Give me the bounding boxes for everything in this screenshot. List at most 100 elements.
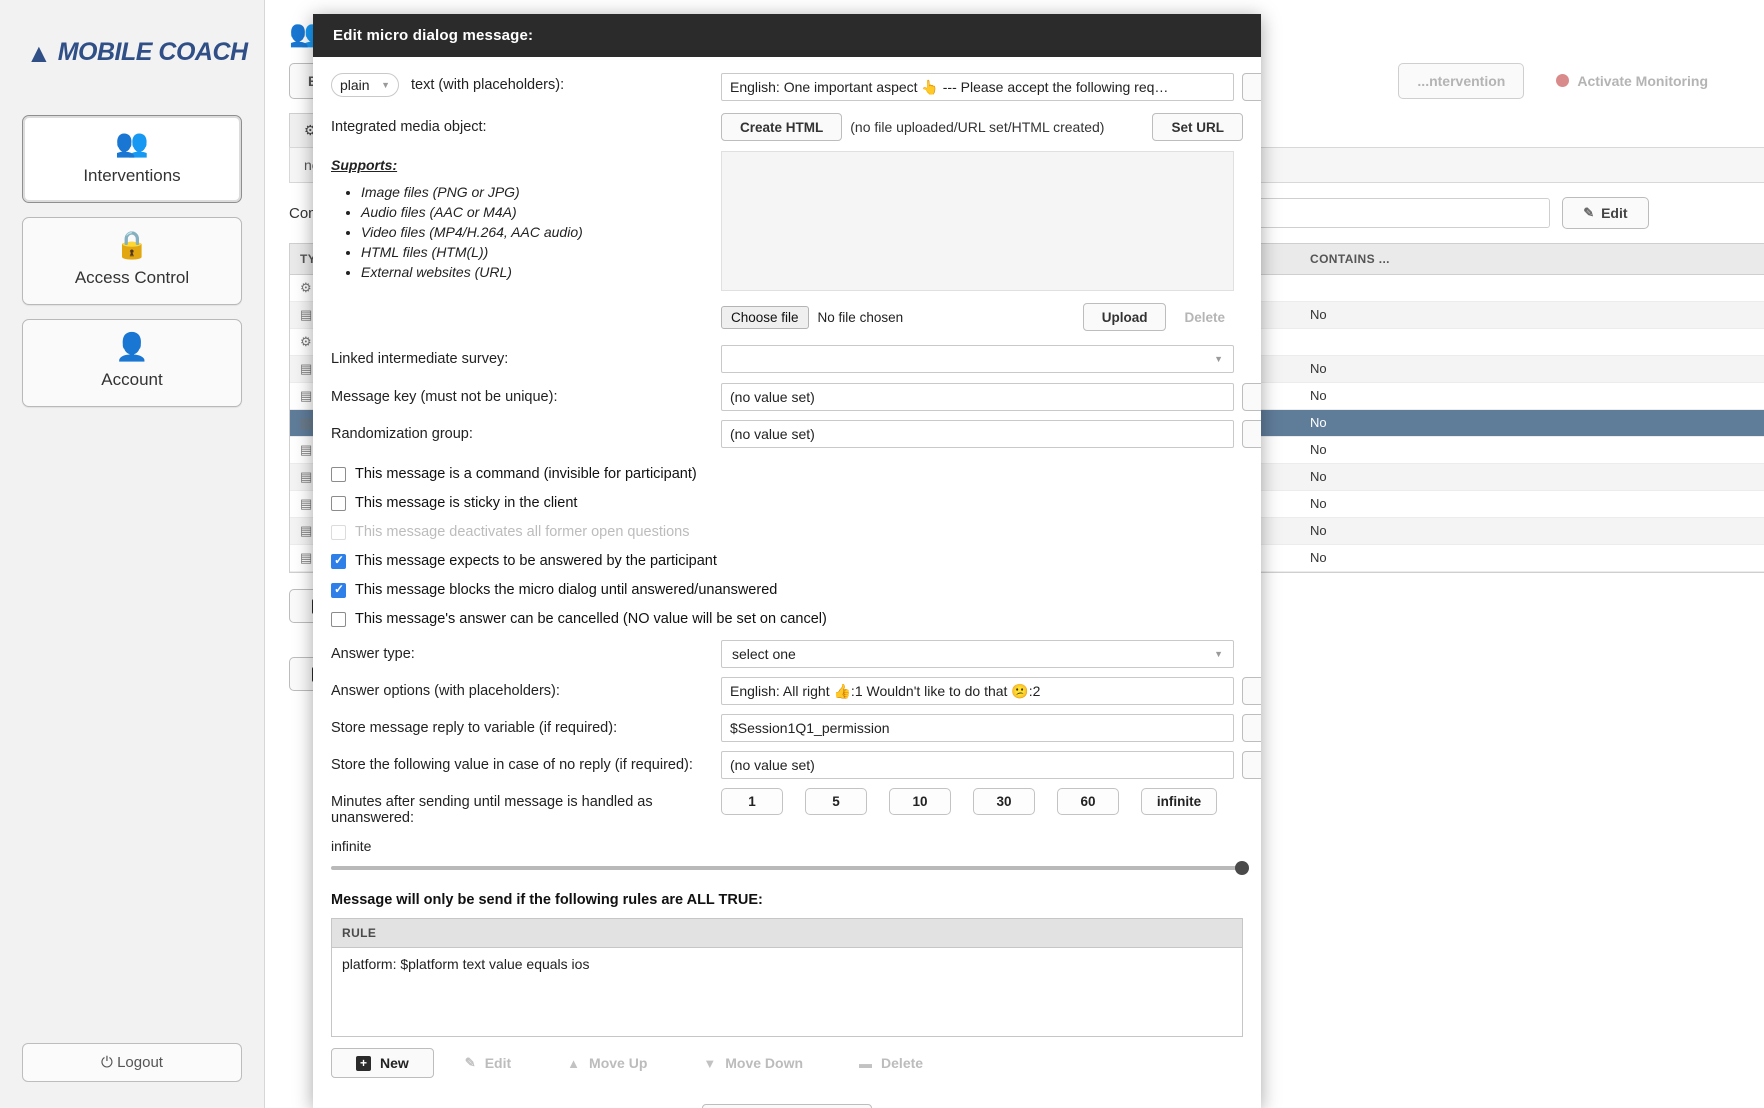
chevron-down-icon: ▼ [1214, 354, 1223, 364]
text-format-label: text (with placeholders): [411, 77, 564, 93]
slider-track[interactable] [331, 866, 1243, 870]
checkbox-input [331, 525, 346, 540]
create-html-button[interactable]: Create HTML [721, 113, 842, 141]
randomization-group-edit-button[interactable]: ✎ Edit [1242, 420, 1261, 448]
chevron-down-icon: ▼ [703, 1056, 716, 1071]
checkbox-row[interactable]: This message is a command (invisible for… [331, 466, 1243, 482]
text-format-row: plain ▼ text (with placeholders): [331, 73, 721, 97]
rule-edit-label: Edit [485, 1055, 511, 1071]
minutes-option-button[interactable]: 5 [805, 788, 867, 815]
checkbox-input[interactable] [331, 583, 346, 598]
linked-survey-label: Linked intermediate survey: [331, 345, 721, 367]
randomization-group-field[interactable]: (no value set) [721, 420, 1234, 448]
message-text-field[interactable]: English: One important aspect 👆 --- Plea… [721, 73, 1234, 101]
media-label: Integrated media object: [331, 113, 721, 135]
supports-list-item: Audio files (AAC or M4A) [361, 204, 721, 220]
checkbox-row[interactable]: This message blocks the micro dialog unt… [331, 582, 1243, 598]
rule-item[interactable]: platform: $platform text value equals io… [342, 956, 1232, 972]
minutes-button-group: 15 10 30 60 infinite [721, 788, 1243, 815]
supports-list-item: Image files (PNG or JPG) [361, 184, 721, 200]
checkbox-label: This message deactivates all former open… [355, 524, 689, 540]
rule-move-down-button[interactable]: ▼ Move Down [678, 1048, 828, 1078]
store-reply-label: Store message reply to variable (if requ… [331, 714, 721, 736]
checkbox-label: This message is a command (invisible for… [355, 466, 697, 482]
minutes-option-button[interactable]: 60 [1057, 788, 1119, 815]
rules-column-header: RULE [332, 919, 1242, 948]
store-noreply-field[interactable]: (no value set) [721, 751, 1234, 779]
store-reply-field[interactable]: $Session1Q1_permission [721, 714, 1234, 742]
rules-body: platform: $platform text value equals io… [332, 948, 1242, 1036]
checkbox-row[interactable]: This message expects to be answered by t… [331, 553, 1243, 569]
choose-file-button[interactable]: Choose file [721, 306, 809, 329]
store-reply-edit-button[interactable]: ✎ Edit [1242, 714, 1261, 742]
answer-type-value: select one [732, 646, 796, 662]
chevron-down-icon: ▼ [1214, 649, 1223, 659]
close-button-row: ✔ Close [331, 1104, 1243, 1108]
rules-title: Message will only be send if the followi… [331, 892, 1243, 908]
edit-micro-dialog-message-modal: Edit micro dialog message: plain ▼ text … [313, 14, 1261, 1108]
modal-body: plain ▼ text (with placeholders): Englis… [313, 57, 1261, 1105]
rule-edit-button[interactable]: ✎ Edit [440, 1048, 536, 1078]
answer-options-edit-button[interactable]: ✎ Edit [1242, 677, 1261, 705]
checkbox-row[interactable]: This message is sticky in the client [331, 495, 1243, 511]
minus-icon: ▬ [859, 1056, 872, 1071]
checkbox-label: This message's answer can be cancelled (… [355, 611, 827, 627]
message-key-edit-button[interactable]: ✎ Edit [1242, 383, 1261, 411]
rule-delete-label: Delete [881, 1055, 923, 1071]
modal-overlay: Edit micro dialog message: plain ▼ text … [0, 0, 1764, 1108]
checkbox-input[interactable] [331, 612, 346, 627]
store-noreply-label: Store the following value in case of no … [331, 751, 721, 773]
no-file-chosen-label: No file chosen [818, 310, 904, 325]
rule-delete-button[interactable]: ▬ Delete [834, 1048, 948, 1078]
checkbox-label: This message blocks the micro dialog unt… [355, 582, 777, 598]
message-key-field[interactable]: (no value set) [721, 383, 1234, 411]
checkbox-row[interactable]: This message deactivates all former open… [331, 524, 1243, 540]
answer-options-field[interactable]: English: All right 👍:1 Wouldn't like to … [721, 677, 1234, 705]
checkbox-input[interactable] [331, 467, 346, 482]
supports-list: Image files (PNG or JPG) Audio files (AAC… [347, 184, 721, 280]
message-key-label: Message key (must not be unique): [331, 383, 721, 405]
store-noreply-edit-button[interactable]: ✎ Edit [1242, 751, 1261, 779]
message-options-checkboxes: This message is a command (invisible for… [331, 466, 1243, 627]
linked-survey-select[interactable]: ▼ [721, 345, 1234, 373]
rule-new-label: New [380, 1055, 409, 1071]
slider-knob[interactable] [1235, 861, 1249, 875]
checkbox-row[interactable]: This message's answer can be cancelled (… [331, 611, 1243, 627]
minutes-option-button[interactable]: 10 [889, 788, 951, 815]
unanswered-timeout-slider[interactable]: infinite [331, 838, 1243, 870]
delete-media-button[interactable]: Delete [1166, 303, 1243, 331]
checkbox-input[interactable] [331, 496, 346, 511]
supports-title: Supports: [331, 157, 721, 173]
close-button[interactable]: ✔ Close [702, 1104, 873, 1108]
rule-move-up-button[interactable]: ▲ Move Up [542, 1048, 672, 1078]
set-url-button[interactable]: Set URL [1152, 113, 1243, 141]
rule-new-button[interactable]: + New [331, 1048, 434, 1078]
rule-move-up-label: Move Up [589, 1055, 647, 1071]
minutes-option-button[interactable]: infinite [1141, 788, 1217, 815]
rules-toolbar: + New ✎ Edit ▲ Move Up ▼ Move Down ▬ D [331, 1048, 1243, 1078]
rule-move-down-label: Move Down [725, 1055, 803, 1071]
slider-value-label: infinite [331, 838, 1243, 854]
chevron-up-icon: ▲ [567, 1056, 580, 1071]
media-status-text: (no file uploaded/URL set/HTML created) [850, 119, 1104, 135]
text-format-select[interactable]: plain ▼ [331, 73, 399, 97]
minutes-option-button[interactable]: 30 [973, 788, 1035, 815]
modal-title: Edit micro dialog message: [313, 14, 1261, 57]
upload-button[interactable]: Upload [1083, 303, 1167, 331]
checkbox-label: This message is sticky in the client [355, 495, 577, 511]
plus-icon: + [356, 1056, 371, 1071]
randomization-group-label: Randomization group: [331, 420, 721, 442]
answer-type-label: Answer type: [331, 640, 721, 662]
supports-list-item: External websites (URL) [361, 264, 721, 280]
minutes-option-button[interactable]: 1 [721, 788, 783, 815]
message-text-edit-button[interactable]: ✎ Edit [1242, 73, 1261, 101]
answer-options-label: Answer options (with placeholders): [331, 677, 721, 699]
answer-type-select[interactable]: select one ▼ [721, 640, 1234, 668]
text-format-value: plain [340, 77, 370, 93]
supports-list-item: Video files (MP4/H.264, AAC audio) [361, 224, 721, 240]
rules-table: RULE platform: $platform text value equa… [331, 918, 1243, 1037]
checkbox-input[interactable] [331, 554, 346, 569]
media-preview-area [721, 151, 1234, 291]
supports-block: Supports: Image files (PNG or JPG) Audio … [331, 151, 721, 284]
checkbox-label: This message expects to be answered by t… [355, 553, 717, 569]
